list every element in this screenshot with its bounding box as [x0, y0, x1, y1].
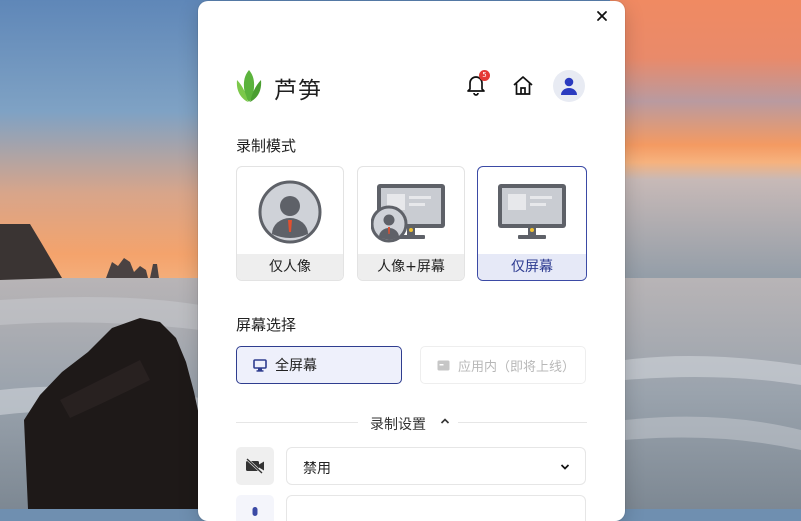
app-header: 芦笋 5 [234, 67, 589, 107]
record-mode-title: 录制模式 [236, 137, 297, 155]
close-icon [597, 11, 607, 21]
record-settings-header: 录制设置 [236, 413, 587, 433]
app-name: 芦笋 [274, 78, 322, 104]
portrait-screen-illustration [358, 167, 464, 257]
divider [236, 422, 358, 423]
record-settings-title[interactable]: 录制设置 [370, 414, 426, 434]
recorder-panel: 芦笋 5 录制模式 仅人像 人像+屏幕 仅屏幕 屏幕选择 全屏幕 应用内（即将上… [198, 1, 625, 521]
mode-label: 仅人像 [237, 254, 343, 280]
user-icon [561, 77, 577, 95]
divider [458, 422, 587, 423]
chevron-up-icon[interactable] [439, 415, 451, 427]
microphone-select[interactable] [286, 495, 586, 521]
close-button[interactable] [593, 7, 611, 25]
camera-toggle[interactable] [236, 447, 274, 485]
mode-label: 人像+屏幕 [358, 254, 464, 280]
mode-card-portrait-only[interactable]: 仅人像 [236, 166, 344, 281]
mode-card-portrait-and-screen[interactable]: 人像+屏幕 [357, 166, 465, 281]
notification-badge: 5 [479, 70, 490, 81]
camera-select[interactable]: 禁用 [286, 447, 586, 485]
leaf-logo [236, 70, 262, 102]
screen-illustration [478, 167, 586, 257]
camera-off-icon [246, 458, 264, 474]
in-app-option: 应用内（即将上线） [420, 346, 586, 384]
window-icon [437, 360, 450, 371]
full-screen-label: 全屏幕 [275, 358, 317, 374]
user-avatar-button[interactable] [553, 70, 585, 102]
portrait-illustration [237, 167, 343, 257]
microphone-icon [252, 507, 258, 516]
screen-select-title: 屏幕选择 [236, 316, 297, 334]
home-icon[interactable] [511, 74, 535, 98]
camera-select-value: 禁用 [303, 461, 331, 477]
in-app-label: 应用内（即将上线） [458, 359, 576, 375]
mode-label: 仅屏幕 [478, 254, 586, 280]
monitor-icon [253, 358, 267, 372]
mode-card-screen-only[interactable]: 仅屏幕 [477, 166, 587, 281]
full-screen-option[interactable]: 全屏幕 [236, 346, 402, 384]
chevron-down-icon [560, 464, 570, 470]
microphone-toggle[interactable] [236, 495, 274, 521]
